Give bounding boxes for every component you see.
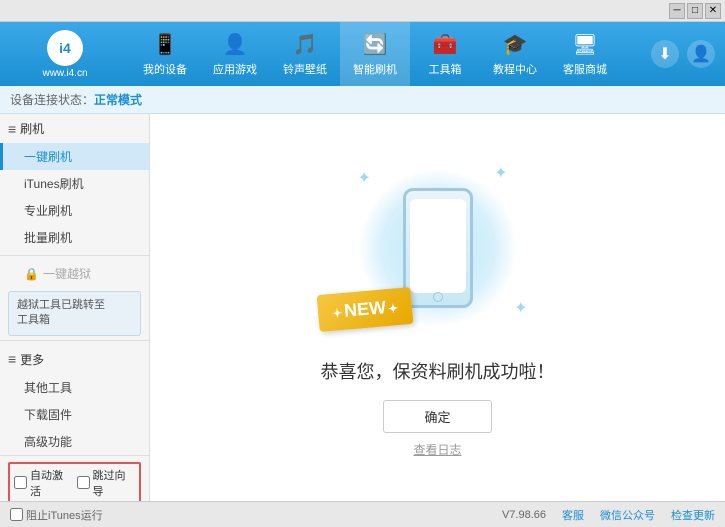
itunes-block-label: 阻止iTunes运行 (26, 507, 103, 523)
sidebar: ≡ 刷机 一键刷机 iTunes刷机 专业刷机 批量刷机 🔒 一键越狱 越狱工具… (0, 114, 150, 501)
sidebar-item-batch-flash[interactable]: 批量刷机 (0, 224, 149, 251)
flash-section-icon: ≡ (8, 121, 16, 137)
nav-tutorials-label: 教程中心 (493, 61, 537, 77)
version-label: V7.98.66 (502, 509, 546, 521)
check-update-label[interactable]: 检查更新 (671, 507, 715, 523)
content-area: ✦ ✦ ✦ NEW 恭喜您，保资料刷机成功啦！ 确定 查看日志 (150, 114, 725, 501)
status-prefix: 设备连接状态： (10, 91, 94, 108)
nav-toolbox[interactable]: 🧰 工具箱 (410, 22, 480, 86)
nav-ringtones[interactable]: 🎵 铃声壁纸 (270, 22, 340, 86)
confirm-button[interactable]: 确定 (383, 400, 491, 433)
itunes-block-checkbox[interactable] (10, 508, 23, 521)
success-text: 恭喜您，保资料刷机成功啦！ (321, 358, 555, 384)
nav-smart-flash-label: 智能刷机 (353, 61, 397, 77)
itunes-block-checkbox-wrap: 阻止iTunes运行 (10, 507, 103, 523)
sidebar-item-download-firmware[interactable]: 下载固件 (0, 401, 149, 428)
more-section-icon: ≡ (8, 351, 16, 367)
service-icon: 🖥 (572, 32, 597, 57)
nav-my-device[interactable]: 📱 我的设备 (130, 22, 200, 86)
phone-body (403, 188, 473, 308)
nav-service[interactable]: 🖥 客服商城 (550, 22, 620, 86)
sidebar-notice: 越狱工具已跳转至工具箱 (8, 291, 141, 336)
footer-left: 阻止iTunes运行 (10, 507, 482, 523)
nav-items: 📱 我的设备 👤 应用游戏 🎵 铃声壁纸 🔄 智能刷机 🧰 工具箱 🎓 教程中心… (130, 22, 651, 86)
sparkle-1: ✦ (358, 168, 371, 188)
phone-illustration: ✦ ✦ ✦ NEW (338, 158, 538, 338)
wechat-label[interactable]: 微信公众号 (600, 507, 655, 523)
header: i4 www.i4.cn 📱 我的设备 👤 应用游戏 🎵 铃声壁纸 🔄 智能刷机… (0, 22, 725, 86)
main-area: ≡ 刷机 一键刷机 iTunes刷机 专业刷机 批量刷机 🔒 一键越狱 越狱工具… (0, 114, 725, 501)
nav-tutorials[interactable]: 🎓 教程中心 (480, 22, 550, 86)
skip-guide-checkbox[interactable] (77, 476, 90, 489)
status-value: 正常模式 (94, 91, 142, 108)
footer: 阻止iTunes运行 V7.98.66 客服 微信公众号 检查更新 (0, 501, 725, 527)
tutorials-icon: 🎓 (503, 32, 528, 57)
auto-activate-checkbox[interactable] (14, 476, 27, 489)
phone-screen (410, 199, 466, 293)
sidebar-divider-2 (0, 340, 149, 341)
maximize-button[interactable]: □ (687, 3, 703, 19)
toolbox-icon: 🧰 (433, 32, 458, 57)
log-link[interactable]: 查看日志 (413, 441, 461, 458)
sidebar-item-other-tools[interactable]: 其他工具 (0, 374, 149, 401)
phone-home-button (433, 292, 443, 302)
nav-apps-games[interactable]: 👤 应用游戏 (200, 22, 270, 86)
more-section-label: 更多 (20, 351, 44, 368)
sidebar-item-pro-flash[interactable]: 专业刷机 (0, 197, 149, 224)
nav-my-device-label: 我的设备 (143, 61, 187, 77)
logo-area: i4 www.i4.cn (0, 30, 130, 79)
smart-flash-icon: 🔄 (363, 32, 388, 57)
nav-toolbox-label: 工具箱 (429, 61, 462, 77)
skin-label[interactable]: 客服 (562, 507, 584, 523)
flash-section-label: 刷机 (20, 120, 44, 137)
sidebar-bottom: 自动激活 跳过向导 📱 iPhone 15 Pro Max 512GB iPho… (0, 455, 149, 501)
nav-service-label: 客服商城 (563, 61, 607, 77)
footer-right: V7.98.66 客服 微信公众号 检查更新 (502, 507, 715, 523)
close-button[interactable]: ✕ (705, 3, 721, 19)
sidebar-item-one-key-flash[interactable]: 一键刷机 (0, 143, 149, 170)
sidebar-item-advanced[interactable]: 高级功能 (0, 428, 149, 455)
ringtones-icon: 🎵 (293, 32, 318, 57)
sparkle-2: ✦ (494, 163, 507, 183)
apps-games-icon: 👤 (223, 32, 248, 57)
nav-apps-games-label: 应用游戏 (213, 61, 257, 77)
user-button[interactable]: 👤 (687, 40, 715, 68)
sidebar-divider-1 (0, 255, 149, 256)
nav-smart-flash[interactable]: 🔄 智能刷机 (340, 22, 410, 86)
sidebar-item-itunes-flash[interactable]: iTunes刷机 (0, 170, 149, 197)
statusbar: 设备连接状态： 正常模式 (0, 86, 725, 114)
flash-section-header: ≡ 刷机 (0, 114, 149, 143)
minimize-button[interactable]: ─ (669, 3, 685, 19)
download-button[interactable]: ⬇ (651, 40, 679, 68)
skip-guide-checkbox-label[interactable]: 跳过向导 (77, 467, 136, 499)
auto-activate-label: 自动激活 (30, 467, 73, 499)
nav-ringtones-label: 铃声壁纸 (283, 61, 327, 77)
sidebar-disabled-jailbreak: 🔒 一键越狱 (0, 260, 149, 287)
skip-guide-label: 跳过向导 (93, 467, 136, 499)
titlebar: ─ □ ✕ (0, 0, 725, 22)
new-badge: NEW (316, 286, 413, 331)
more-section-header: ≡ 更多 (0, 345, 149, 374)
logo-icon: i4 (47, 30, 83, 66)
auto-activate-checkbox-label[interactable]: 自动激活 (14, 467, 73, 499)
logo-subtitle: www.i4.cn (42, 68, 87, 79)
nav-right: ⬇ 👤 (651, 40, 725, 68)
sparkle-3: ✦ (514, 298, 527, 318)
my-device-icon: 📱 (153, 32, 178, 57)
auto-activate-row: 自动激活 跳过向导 (8, 462, 141, 501)
